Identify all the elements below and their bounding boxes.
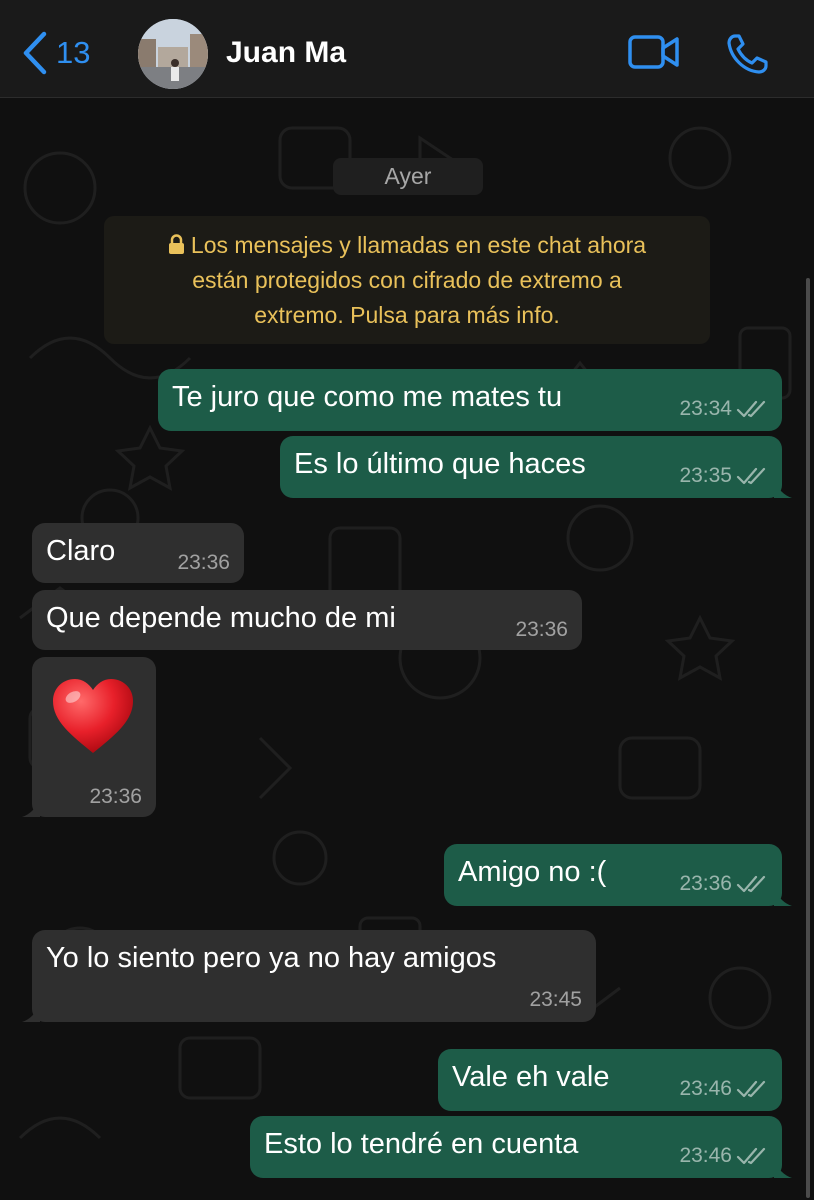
message-bubble-incoming[interactable]: Yo lo siento pero ya no hay amigos 23:45	[22, 930, 596, 1022]
message-time: 23:46	[679, 1144, 732, 1167]
message-time: 23:46	[679, 1077, 732, 1100]
bubble-tail	[774, 1160, 792, 1178]
read-ticks-icon	[736, 875, 766, 893]
whatsapp-chat-screen: 13 Juan Ma Ayer Los mensajes y llamadas …	[0, 0, 814, 1200]
avatar[interactable]	[138, 19, 208, 89]
message-bubble-outgoing[interactable]: Vale eh vale 23:46	[438, 1049, 782, 1111]
message-text: Es lo último que haces	[294, 448, 586, 480]
bubble-tail	[22, 799, 40, 817]
contact-name[interactable]: Juan Ma	[226, 36, 346, 70]
message-text: Vale eh vale	[452, 1061, 610, 1093]
message-text: Claro	[46, 535, 116, 567]
message-bubble-outgoing[interactable]: Esto lo tendré en cuenta 23:46	[250, 1116, 792, 1178]
message-text: Esto lo tendré en cuenta	[264, 1128, 579, 1160]
read-ticks-icon	[736, 467, 766, 485]
unread-count: 13	[56, 35, 91, 70]
bubble-tail	[22, 1004, 40, 1022]
message-time: 23:34	[679, 397, 732, 420]
back-button[interactable]: 13	[22, 28, 90, 78]
phone-call-icon[interactable]	[726, 33, 770, 75]
notice-line-1: Los mensajes y llamadas en este chat aho…	[190, 232, 647, 258]
notice-line-2: están protegidos con cifrado de extremo …	[192, 267, 622, 293]
message-time: 23:36	[679, 872, 732, 895]
message-bubble-outgoing[interactable]: Amigo no :( 23:36	[444, 844, 792, 906]
message-bubble-incoming[interactable]: Que depende mucho de mi 23:36	[32, 590, 582, 650]
lock-icon	[168, 234, 184, 254]
read-ticks-icon	[736, 1147, 766, 1165]
message-bubble-incoming-emoji[interactable]: 23:36	[22, 657, 156, 817]
bubble-tail	[774, 888, 792, 906]
video-call-icon[interactable]	[628, 34, 680, 70]
message-bubble-incoming[interactable]: Claro 23:36	[32, 523, 244, 583]
message-bubble-outgoing[interactable]: Es lo último que haces 23:35	[280, 436, 792, 498]
message-time: 23:36	[89, 785, 142, 808]
message-time: 23:36	[515, 618, 568, 641]
bubble-tail	[774, 480, 792, 498]
message-text: Amigo no :(	[458, 856, 607, 888]
red-heart-icon	[53, 679, 133, 753]
message-text: Yo lo siento pero ya no hay amigos	[46, 942, 497, 974]
message-time: 23:45	[529, 988, 582, 1011]
message-text: Te juro que como me mates tu	[172, 381, 563, 413]
avatar-photo	[138, 19, 208, 89]
read-ticks-icon	[736, 1080, 766, 1098]
message-text: Que depende mucho de mi	[46, 602, 396, 634]
message-time: 23:36	[177, 551, 230, 574]
chevron-left-icon	[23, 31, 47, 75]
chat-area[interactable]: Ayer Los mensajes y llamadas en este cha…	[0, 98, 814, 1200]
scrollbar[interactable]	[806, 278, 810, 1198]
message-time: 23:35	[679, 464, 732, 487]
date-separator: Ayer	[333, 158, 483, 195]
notice-line-3: extremo. Pulsa para más info.	[254, 302, 560, 328]
encryption-notice[interactable]: Los mensajes y llamadas en este chat aho…	[104, 216, 710, 344]
read-ticks-icon	[736, 400, 766, 418]
chat-header: 13 Juan Ma	[0, 0, 814, 98]
message-bubble-outgoing[interactable]: Te juro que como me mates tu 23:34	[158, 369, 782, 431]
